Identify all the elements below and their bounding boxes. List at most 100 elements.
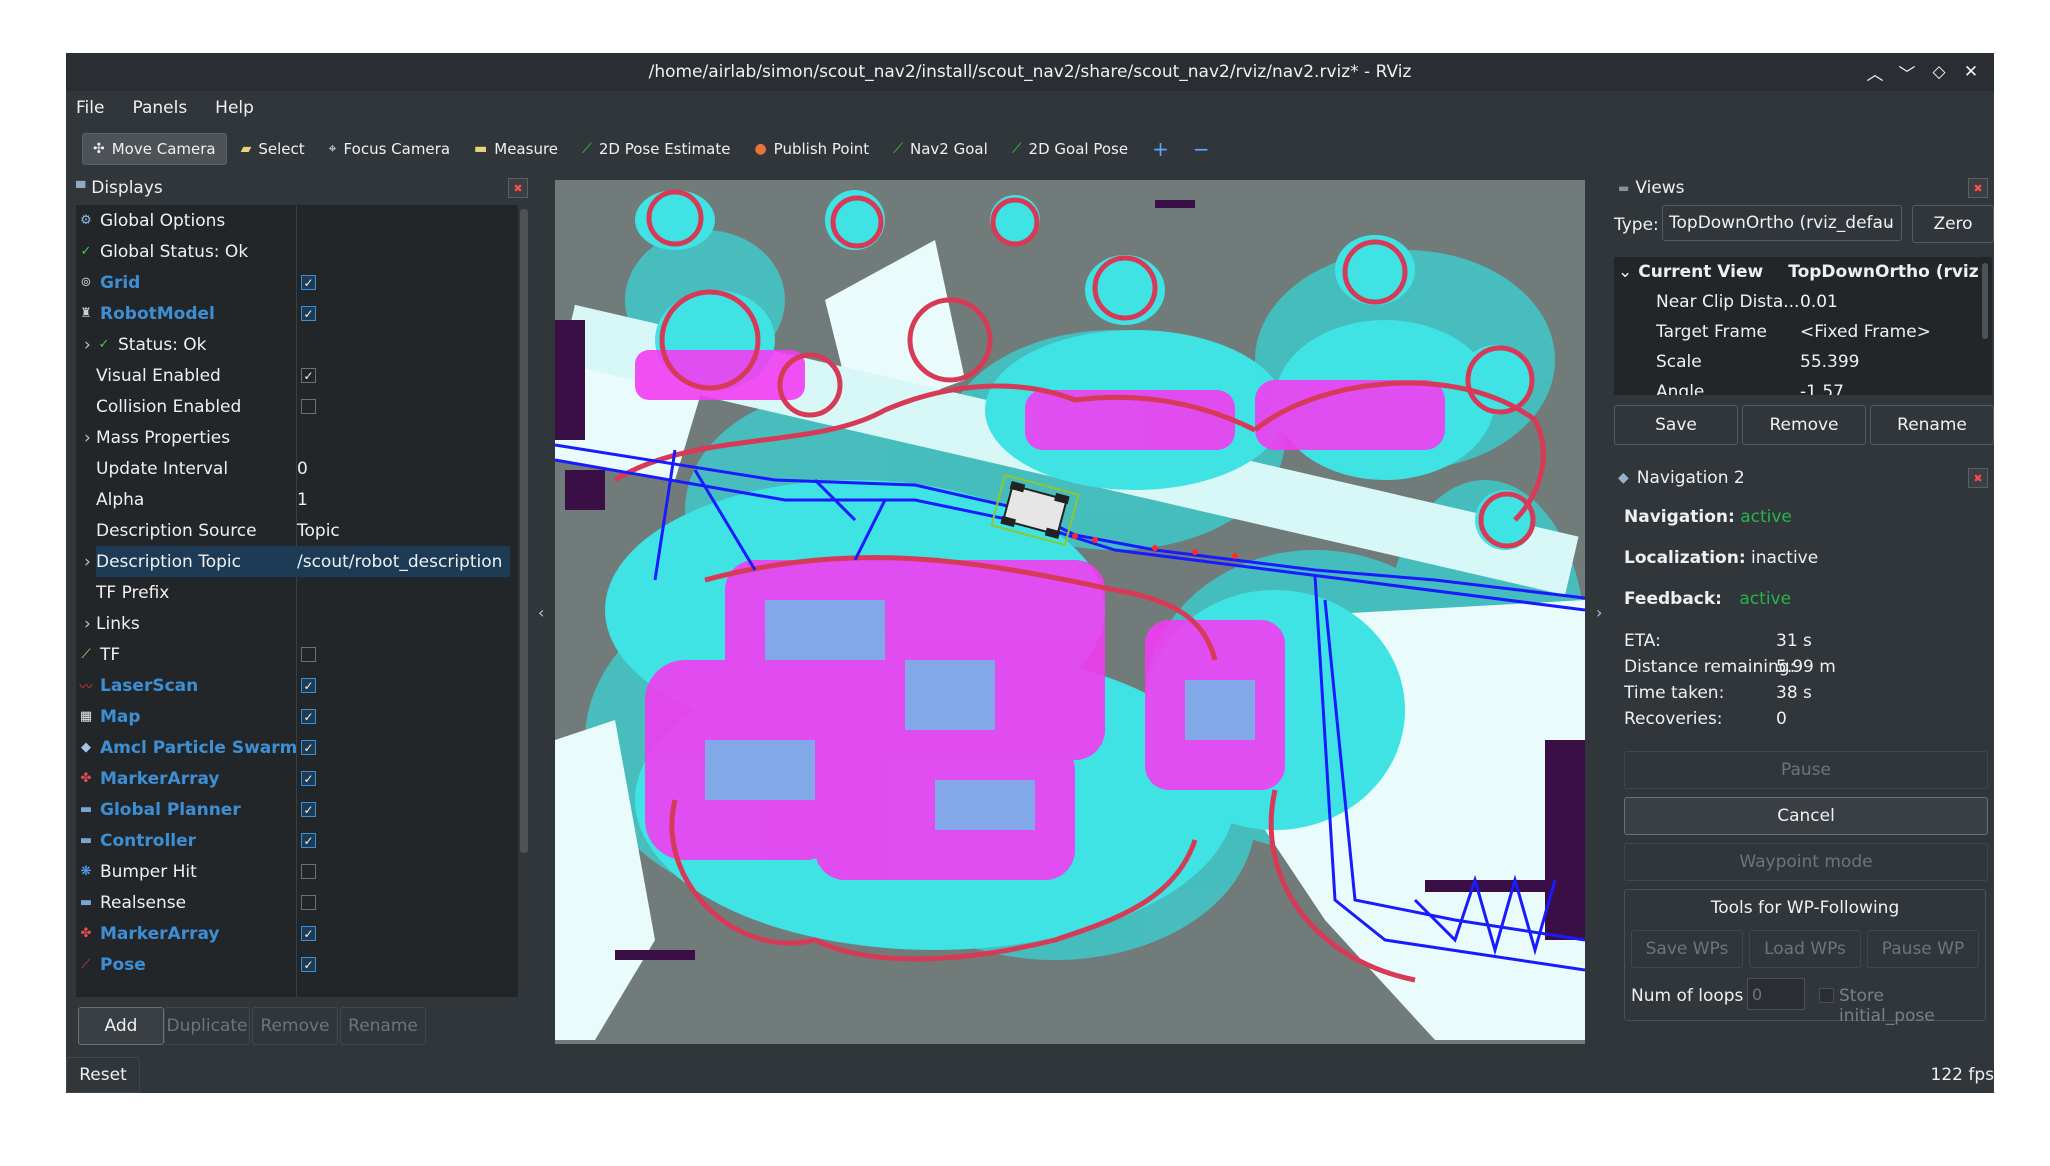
tool-2d-goal-pose[interactable]: ⟋ 2D Goal Pose (1002, 134, 1138, 164)
property-value[interactable]: <Fixed Frame> (1800, 322, 1931, 342)
save-wps-button[interactable]: Save WPs (1631, 930, 1743, 968)
display-row[interactable]: Update Interval 0 (76, 453, 510, 484)
close-icon[interactable]: ✕ (1962, 62, 1980, 82)
load-wps-button[interactable]: Load WPs (1749, 930, 1861, 968)
property-value[interactable]: Topic (297, 521, 340, 541)
rename-view-button[interactable]: Rename (1870, 405, 1994, 445)
view-property-row[interactable]: Near Clip Dista... 0.01 (1614, 287, 1992, 317)
tool-move-camera[interactable]: ✣ Move Camera (82, 133, 227, 165)
tool-nav2-goal[interactable]: ⟋ Nav2 Goal (883, 134, 998, 164)
display-row[interactable]: Collision Enabled (76, 391, 510, 422)
expand-arrow-icon[interactable]: › (84, 552, 91, 572)
remove-display-button[interactable]: Remove (252, 1007, 338, 1045)
pause-button[interactable]: Pause (1624, 751, 1988, 789)
display-row[interactable]: ⊚ Grid ✓ (76, 267, 510, 298)
display-row[interactable]: ✓ Global Status: Ok (76, 236, 510, 267)
display-row[interactable]: ⟋ TF (76, 639, 510, 670)
enable-checkbox[interactable] (301, 399, 316, 414)
menu-file[interactable]: File (66, 98, 114, 118)
property-value[interactable]: 55.399 (1800, 352, 1859, 372)
maximize-icon[interactable]: ◇ (1930, 62, 1948, 82)
displays-tree[interactable]: ⚙ Global Options ✓ Global Status: Ok ⊚ Grid ✓ ♜… (76, 205, 518, 997)
expand-arrow-icon[interactable]: › (84, 428, 91, 448)
view-type-select[interactable]: TopDownOrtho (rviz_defau ⌄ (1662, 205, 1902, 241)
num-loops-input[interactable]: 0 (1747, 978, 1805, 1010)
tool-measure[interactable]: ▬ Measure (464, 134, 568, 164)
tool-publish-point[interactable]: ● Publish Point (744, 134, 879, 164)
display-row[interactable]: TF Prefix (76, 577, 510, 608)
displays-scrollbar[interactable] (520, 209, 528, 853)
display-row[interactable]: › ✓ Status: Ok (76, 329, 510, 360)
enable-checkbox[interactable]: ✓ (301, 740, 316, 755)
display-row[interactable]: Visual Enabled ✓ (76, 360, 510, 391)
save-view-button[interactable]: Save (1614, 405, 1738, 445)
waypoint-mode-button[interactable]: Waypoint mode (1624, 843, 1988, 881)
display-row[interactable]: ✤ MarkerArray ✓ (76, 763, 510, 794)
enable-checkbox[interactable]: ✓ (301, 368, 316, 383)
display-row[interactable]: ▦ Map ✓ (76, 701, 510, 732)
display-row[interactable]: › Description Topic/scout/robot_descripti… (84, 546, 510, 577)
property-value[interactable]: 0.01 (1800, 292, 1838, 312)
current-view-row[interactable]: ⌄ Current View TopDownOrtho (rviz (1614, 257, 1992, 287)
display-row[interactable]: ▬ Global Planner ✓ (76, 794, 510, 825)
tool-2d-pose-estimate[interactable]: ⟋ 2D Pose Estimate (572, 134, 740, 164)
property-value[interactable]: /scout/robot_description (297, 552, 502, 572)
display-row[interactable]: ✤ MarkerArray ✓ (76, 918, 510, 949)
display-row[interactable]: Alpha 1 (76, 484, 510, 515)
3d-viewport[interactable] (555, 180, 1585, 1044)
close-panel-icon[interactable]: ✖ (508, 178, 528, 198)
display-row[interactable]: ⚙ Global Options (76, 205, 510, 236)
display-row[interactable]: › Links (76, 608, 510, 639)
remove-view-button[interactable]: Remove (1742, 405, 1866, 445)
property-value[interactable]: -1.57 (1800, 382, 1844, 395)
display-row[interactable]: ❋ Bumper Hit (76, 856, 510, 887)
close-panel-icon[interactable]: ✖ (1968, 468, 1988, 488)
add-tool-icon[interactable]: + (1142, 134, 1179, 164)
enable-checkbox[interactable]: ✓ (301, 802, 316, 817)
display-row[interactable]: ▬ Controller ✓ (76, 825, 510, 856)
rename-display-button[interactable]: Rename (340, 1007, 426, 1045)
display-row[interactable]: ▬ Realsense (76, 887, 510, 918)
view-property-row[interactable]: Scale 55.399 (1614, 347, 1992, 377)
enable-checkbox[interactable]: ✓ (301, 306, 316, 321)
enable-checkbox[interactable]: ✓ (301, 678, 316, 693)
reset-button[interactable]: Reset (66, 1057, 140, 1093)
tool-select[interactable]: ▰ Select (231, 134, 315, 164)
enable-checkbox[interactable]: ✓ (301, 833, 316, 848)
views-scrollbar[interactable] (1982, 263, 1988, 339)
enable-checkbox[interactable] (301, 895, 316, 910)
enable-checkbox[interactable]: ✓ (301, 957, 316, 972)
store-initial-pose-checkbox[interactable] (1819, 988, 1834, 1003)
display-row[interactable]: 〰 LaserScan ✓ (76, 670, 510, 701)
enable-checkbox[interactable]: ✓ (301, 771, 316, 786)
property-value[interactable]: 1 (297, 490, 308, 510)
display-row[interactable]: Description Source Topic (76, 515, 510, 546)
property-value[interactable]: 0 (297, 459, 308, 479)
enable-checkbox[interactable] (301, 864, 316, 879)
enable-checkbox[interactable] (301, 647, 316, 662)
collapse-left-arrow-icon[interactable]: ‹ (538, 603, 544, 622)
minimize-icon[interactable]: ﹀ (1898, 60, 1916, 85)
display-row[interactable]: ♜ RobotModel ✓ (76, 298, 510, 329)
pause-wp-button[interactable]: Pause WP (1867, 930, 1979, 968)
collapse-arrow-icon[interactable]: ⌄ (1618, 262, 1632, 282)
menu-help[interactable]: Help (205, 98, 264, 118)
display-row[interactable]: › Mass Properties (76, 422, 510, 453)
expand-arrow-icon[interactable]: › (84, 614, 91, 634)
keep-above-icon[interactable]: ︿ (1866, 60, 1884, 85)
remove-tool-icon[interactable]: − (1183, 134, 1220, 164)
tool-focus-camera[interactable]: ⌖ Focus Camera (319, 134, 460, 164)
display-row[interactable]: ◆ Amcl Particle Swarm ✓ (76, 732, 510, 763)
cancel-button[interactable]: Cancel (1624, 797, 1988, 835)
enable-checkbox[interactable]: ✓ (301, 709, 316, 724)
view-property-row[interactable]: Angle -1.57 (1614, 377, 1992, 395)
enable-checkbox[interactable]: ✓ (301, 275, 316, 290)
zero-button[interactable]: Zero (1912, 205, 1994, 243)
costmap-render[interactable] (555, 180, 1585, 1044)
display-row[interactable]: ⟋ Pose ✓ (76, 949, 510, 980)
collapse-right-arrow-icon[interactable]: › (1596, 603, 1602, 622)
duplicate-display-button[interactable]: Duplicate (164, 1007, 250, 1045)
view-property-row[interactable]: Target Frame <Fixed Frame> (1614, 317, 1992, 347)
enable-checkbox[interactable]: ✓ (301, 926, 316, 941)
menu-panels[interactable]: Panels (122, 98, 197, 118)
